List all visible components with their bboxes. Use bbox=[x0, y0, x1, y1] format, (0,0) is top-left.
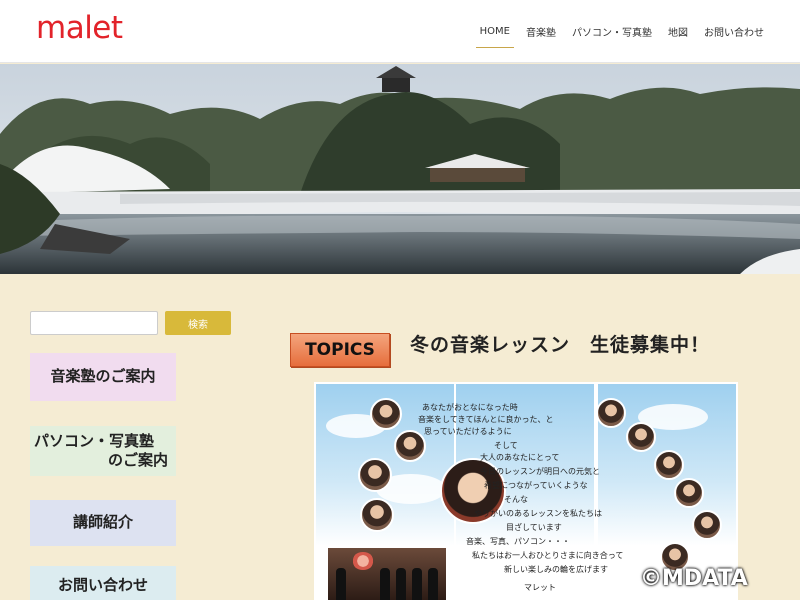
performer-figure bbox=[412, 568, 422, 600]
performer-figure bbox=[428, 568, 438, 600]
nav-music-school[interactable]: 音楽塾 bbox=[526, 0, 556, 62]
search-input[interactable] bbox=[30, 311, 158, 335]
pc-photo-label-line2: のご案内 bbox=[107, 451, 168, 469]
flower-arrangement bbox=[352, 552, 374, 570]
poster-text-line: そんな bbox=[504, 495, 528, 504]
contact-label: お問い合わせ bbox=[57, 576, 148, 595]
music-school-info-button[interactable]: 音楽塾のご案内 bbox=[30, 353, 176, 401]
poster-text-line: 思っていただけるように bbox=[424, 427, 512, 436]
topics-badge: TOPICS bbox=[290, 333, 390, 367]
instructor-photo bbox=[370, 398, 402, 430]
nav-contact[interactable]: お問い合わせ bbox=[704, 0, 764, 62]
search-button[interactable]: 検索 bbox=[165, 311, 231, 335]
hero-garden-image bbox=[0, 64, 800, 274]
nav-map[interactable]: 地図 bbox=[668, 0, 688, 62]
poster-text-line: やりがいのあるレッスンを私たちは bbox=[474, 509, 602, 518]
pc-photo-school-info-button[interactable]: パソコン・写真塾 のご案内 bbox=[30, 426, 176, 476]
pc-photo-label-line1: パソコン・写真塾 bbox=[34, 431, 155, 450]
performer-figure bbox=[380, 568, 390, 600]
instructor-photo bbox=[654, 450, 684, 480]
instructor-photo bbox=[674, 478, 704, 508]
performer-figure bbox=[396, 568, 406, 600]
poster-text-line: マレット bbox=[524, 583, 556, 592]
poster-text-line: 私たちはお一人おひとりさまに向き合って bbox=[472, 551, 624, 560]
instructor-photo bbox=[692, 510, 722, 540]
poster-text-line: 音楽をしてきてほんとに良かった、と bbox=[418, 415, 554, 424]
instructor-photo bbox=[358, 458, 392, 492]
nav-pc-photo-school[interactable]: パソコン・写真塾 bbox=[572, 0, 652, 62]
instructor-photo bbox=[596, 398, 626, 428]
poster-text-line: 目ざしています bbox=[506, 523, 562, 532]
instructors-button[interactable]: 講師紹介 bbox=[30, 500, 176, 546]
performer-figure bbox=[336, 568, 346, 600]
instructor-photo bbox=[360, 498, 394, 532]
site-header: malet HOME 音楽塾 パソコン・写真塾 地図 お問い合わせ bbox=[0, 0, 800, 63]
instructor-photo bbox=[394, 430, 426, 462]
poster-text-line: そして bbox=[494, 441, 518, 450]
copyright-watermark: ©MDATA bbox=[640, 566, 748, 591]
poster-text-line: 希望につながっていくような bbox=[484, 481, 588, 490]
site-logo[interactable]: malet bbox=[36, 10, 123, 46]
nav-home[interactable]: HOME bbox=[475, 0, 515, 62]
poster-text-line: あなたがおとなになった時 bbox=[422, 403, 518, 412]
topic-headline[interactable]: 冬の音楽レッスン 生徒募集中！ bbox=[410, 330, 710, 357]
music-school-info-label: 音楽塾のご案内 bbox=[50, 367, 156, 386]
poster-text-line: 今日のレッスンが明日への元気と bbox=[480, 467, 600, 476]
instructor-photo bbox=[626, 422, 656, 452]
concert-photo bbox=[328, 548, 446, 600]
main-nav: HOME 音楽塾 パソコン・写真塾 地図 お問い合わせ bbox=[464, 0, 764, 62]
poster-text-line: 音楽、写真、パソコン・・・ bbox=[466, 537, 570, 546]
poster-text-line: 新しい楽しみの輪を広げます bbox=[504, 565, 608, 574]
contact-button[interactable]: お問い合わせ bbox=[30, 566, 176, 600]
instructors-label: 講師紹介 bbox=[72, 513, 133, 532]
poster-text-line: 大人のあなたにとって bbox=[480, 453, 560, 462]
